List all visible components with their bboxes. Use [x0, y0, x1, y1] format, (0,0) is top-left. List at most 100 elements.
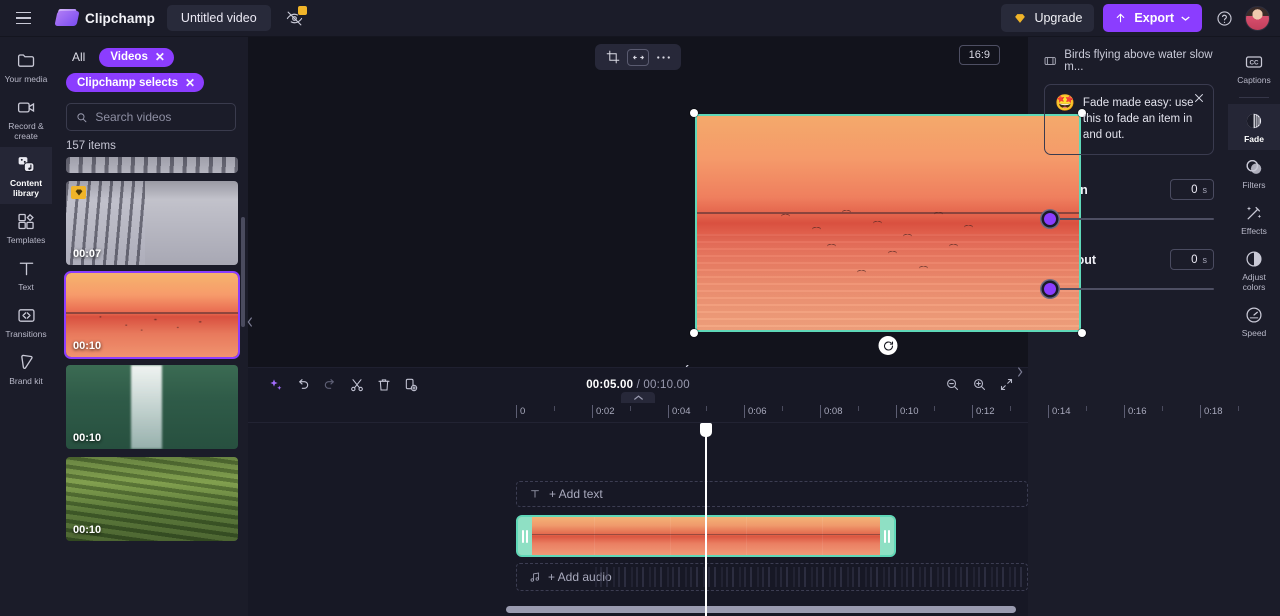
timeline-resize-handle[interactable]: [621, 392, 655, 403]
timeline-panel: 00:05.00 / 00:10.00: [248, 367, 1028, 616]
zoom-out-icon[interactable]: [945, 377, 960, 392]
time-separator: /: [637, 379, 640, 391]
duration-badge: 00:10: [73, 432, 101, 444]
search-input[interactable]: [95, 110, 226, 124]
sidebar-item-brand-kit[interactable]: Brand kit: [0, 345, 52, 392]
rotate-icon[interactable]: [879, 336, 898, 355]
sidebar-item-label: Your media: [5, 74, 48, 84]
close-icon[interactable]: [1193, 92, 1205, 104]
tool-adjust-colors[interactable]: Adjust colors: [1228, 242, 1280, 298]
list-item[interactable]: [66, 157, 238, 173]
add-text-track[interactable]: + Add text: [516, 481, 1028, 507]
list-item[interactable]: 00:10: [66, 457, 238, 541]
list-item[interactable]: 00:07: [66, 181, 238, 265]
fade-out-value: 0: [1191, 254, 1197, 266]
add-text-label: + Add text: [549, 487, 603, 501]
filter-all[interactable]: All: [66, 47, 91, 67]
svg-text:CC: CC: [1249, 60, 1259, 67]
video-canvas-selection[interactable]: [695, 114, 1081, 332]
total-time: 00:10.00: [643, 379, 689, 391]
split-scissors-icon[interactable]: [343, 372, 370, 398]
sidebar-item-your-media[interactable]: Your media: [0, 43, 52, 90]
collapse-library-icon[interactable]: [243, 305, 257, 339]
fade-out-unit: s: [1203, 255, 1208, 265]
media-thumbnail-list[interactable]: 00:07 00:10 00:10 00:10: [52, 157, 248, 616]
upgrade-label: Upgrade: [1034, 11, 1082, 25]
tip-text: Fade made easy: use this to fade an item…: [1083, 95, 1201, 143]
list-item[interactable]: 00:10: [66, 273, 238, 357]
list-item[interactable]: 00:10: [66, 365, 238, 449]
premium-crown-icon: [71, 186, 86, 199]
fade-in-unit: s: [1203, 185, 1208, 195]
sidebar-item-transitions[interactable]: Transitions: [0, 298, 52, 345]
eye-off-icon[interactable]: [283, 6, 307, 30]
playhead[interactable]: [705, 423, 707, 616]
tool-filters[interactable]: Filters: [1228, 150, 1280, 196]
fade-in-input[interactable]: 0 s: [1170, 179, 1214, 200]
sidebar-item-text[interactable]: Text: [0, 251, 52, 298]
fade-out-slider[interactable]: [1044, 283, 1214, 295]
help-circle-icon[interactable]: [1212, 6, 1236, 30]
video-preview: [695, 114, 1081, 332]
resize-handle-bottom-right[interactable]: [1078, 329, 1086, 337]
trim-handle-left[interactable]: [518, 517, 532, 555]
tip-emoji: 🤩: [1055, 95, 1075, 143]
hamburger-menu-icon[interactable]: [8, 4, 38, 32]
timeline-ruler[interactable]: 0 0:02 0:04 0:06 0:08 0:10 0:12 0:14: [248, 401, 1028, 423]
search-videos-box[interactable]: [66, 103, 236, 131]
filter-chip-clipchamp-selects[interactable]: Clipchamp selects ✕: [66, 73, 204, 92]
preview-toolbar: [595, 44, 681, 70]
fade-out-input[interactable]: 0 s: [1170, 249, 1214, 270]
premium-badge: [298, 6, 307, 15]
tool-label: Adjust colors: [1242, 272, 1266, 292]
music-note-icon: [529, 571, 541, 583]
fade-in-slider-thumb[interactable]: [1044, 213, 1056, 225]
filters-icon: [1244, 157, 1264, 177]
fit-timeline-icon[interactable]: [999, 377, 1014, 392]
fade-in-slider[interactable]: [1044, 213, 1214, 225]
remove-chip-icon[interactable]: ✕: [185, 77, 195, 89]
fit-to-frame-icon[interactable]: [627, 49, 649, 66]
resize-handle-top-left[interactable]: [690, 109, 698, 117]
zoom-in-icon[interactable]: [972, 377, 987, 392]
tool-effects[interactable]: Effects: [1228, 196, 1280, 242]
more-options-icon[interactable]: [651, 46, 675, 68]
trim-handle-right[interactable]: [880, 517, 894, 555]
content-library-icon: [16, 154, 37, 175]
upgrade-button[interactable]: Upgrade: [1001, 4, 1094, 32]
diamond-icon: [1013, 12, 1027, 25]
search-icon: [76, 111, 87, 124]
audio-waveform: [595, 567, 1027, 587]
folder-icon: [16, 50, 37, 71]
clip-title: Birds flying above water slow m...: [1064, 49, 1214, 73]
collapse-properties-icon[interactable]: [1013, 355, 1027, 389]
export-button[interactable]: Export: [1103, 4, 1202, 32]
project-title-input[interactable]: Untitled video: [167, 5, 271, 31]
remove-chip-icon[interactable]: ✕: [155, 51, 165, 63]
duration-badge: 00:07: [73, 248, 101, 260]
captions-cc-icon: CC: [1244, 52, 1264, 72]
fade-icon: [1244, 111, 1264, 131]
tool-fade[interactable]: Fade: [1228, 104, 1280, 150]
tool-speed[interactable]: Speed: [1228, 298, 1280, 344]
duration-badge: 00:10: [73, 524, 101, 536]
tool-captions[interactable]: CC Captions: [1228, 45, 1280, 91]
resize-handle-bottom-left[interactable]: [690, 329, 698, 337]
delete-trash-icon[interactable]: [370, 372, 397, 398]
duplicate-icon[interactable]: [397, 372, 424, 398]
tool-label: Filters: [1242, 180, 1265, 190]
undo-icon[interactable]: [289, 372, 316, 398]
fade-out-slider-thumb[interactable]: [1044, 283, 1056, 295]
magic-sparkle-icon[interactable]: [262, 372, 289, 398]
filter-chip-videos[interactable]: Videos ✕: [99, 48, 174, 67]
editor-body: Your media Record & create Content libra…: [0, 37, 1280, 616]
redo-icon[interactable]: [316, 372, 343, 398]
timeline-horizontal-scrollbar[interactable]: [506, 606, 1016, 613]
sidebar-item-record-create[interactable]: Record & create: [0, 90, 52, 147]
crop-icon[interactable]: [601, 46, 625, 68]
user-avatar[interactable]: [1245, 6, 1270, 31]
sidebar-item-content-library[interactable]: Content library: [0, 147, 52, 204]
sidebar-item-templates[interactable]: Templates: [0, 204, 52, 251]
aspect-ratio-button[interactable]: 16:9: [959, 45, 1000, 65]
add-audio-track[interactable]: + Add audio: [516, 563, 1028, 591]
